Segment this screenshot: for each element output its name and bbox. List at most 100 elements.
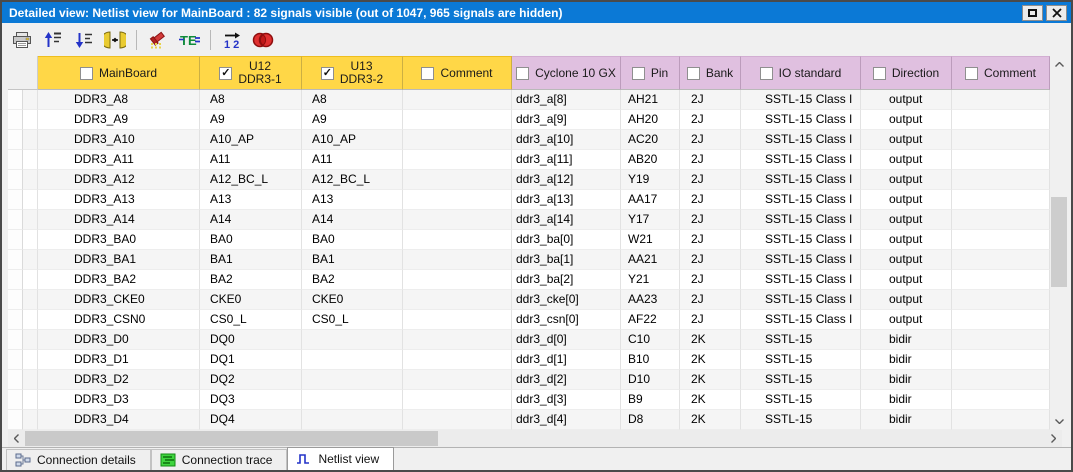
row-header[interactable] bbox=[8, 150, 23, 170]
cell-comment-fpga[interactable] bbox=[952, 310, 1050, 330]
column-header-mainboard[interactable]: MainBoard bbox=[38, 56, 200, 90]
cell-direction[interactable]: bidir bbox=[861, 370, 952, 390]
cell-direction[interactable]: output bbox=[861, 250, 952, 270]
cell-pin[interactable]: Y21 bbox=[621, 270, 680, 290]
scroll-left-button[interactable] bbox=[8, 430, 25, 447]
table-row[interactable]: DDR3_CKE0CKE0CKE0ddr3_cke[0]AA232JSSTL-1… bbox=[8, 290, 1050, 310]
cell-comment-fpga[interactable] bbox=[952, 130, 1050, 150]
cell-cyclone-10-gx[interactable]: ddr3_d[0] bbox=[512, 330, 621, 350]
cell-bank[interactable]: 2K bbox=[680, 370, 741, 390]
cell-u12[interactable]: BA2 bbox=[200, 270, 302, 290]
cell-io-standard[interactable]: SSTL-15 Class I bbox=[741, 170, 861, 190]
table-row[interactable]: DDR3_D3DQ3ddr3_d[3]B92KSSTL-15bidir bbox=[8, 390, 1050, 410]
row-header[interactable] bbox=[8, 310, 23, 330]
cell-comment-board[interactable] bbox=[403, 210, 512, 230]
scroll-right-button[interactable] bbox=[1045, 430, 1062, 447]
cell-comment-board[interactable] bbox=[403, 130, 512, 150]
cell-pin[interactable]: AB20 bbox=[621, 150, 680, 170]
cell-pin[interactable]: C10 bbox=[621, 330, 680, 350]
cell-u13[interactable]: BA1 bbox=[302, 250, 403, 270]
column-header-comment-fpga[interactable]: Comment bbox=[952, 56, 1050, 90]
scroll-up-button[interactable] bbox=[1050, 56, 1068, 73]
table-row[interactable]: DDR3_D1DQ1ddr3_d[1]B102KSSTL-15bidir bbox=[8, 350, 1050, 370]
cell-comment-board[interactable] bbox=[403, 410, 512, 430]
cell-u13[interactable]: BA0 bbox=[302, 230, 403, 250]
cell-u12[interactable]: BA1 bbox=[200, 250, 302, 270]
cell-comment-board[interactable] bbox=[403, 330, 512, 350]
cell-direction[interactable]: output bbox=[861, 130, 952, 150]
cell-comment-fpga[interactable] bbox=[952, 150, 1050, 170]
cell-comment-fpga[interactable] bbox=[952, 350, 1050, 370]
cell-u12[interactable]: A13 bbox=[200, 190, 302, 210]
cell-comment-board[interactable] bbox=[403, 350, 512, 370]
column-checkbox-u13[interactable] bbox=[321, 67, 334, 80]
cell-bank[interactable]: 2K bbox=[680, 350, 741, 370]
scroll-down-button[interactable] bbox=[1050, 413, 1068, 430]
cell-direction[interactable]: output bbox=[861, 290, 952, 310]
cell-mainboard[interactable]: DDR3_CKE0 bbox=[38, 290, 200, 310]
cell-cyclone-10-gx[interactable]: ddr3_ba[0] bbox=[512, 230, 621, 250]
cell-bank[interactable]: 2J bbox=[680, 230, 741, 250]
cell-u12[interactable]: DQ1 bbox=[200, 350, 302, 370]
table-row[interactable]: DDR3_A8A8A8ddr3_a[8]AH212JSSTL-15 Class … bbox=[8, 90, 1050, 110]
row-header[interactable] bbox=[8, 190, 23, 210]
cell-direction[interactable]: bidir bbox=[861, 410, 952, 430]
column-header-comment-board[interactable]: Comment bbox=[403, 56, 512, 90]
cell-comment-fpga[interactable] bbox=[952, 170, 1050, 190]
cell-cyclone-10-gx[interactable]: ddr3_ba[1] bbox=[512, 250, 621, 270]
cell-direction[interactable]: output bbox=[861, 170, 952, 190]
table-row[interactable]: DDR3_A14A14A14ddr3_a[14]Y172JSSTL-15 Cla… bbox=[8, 210, 1050, 230]
cell-cyclone-10-gx[interactable]: ddr3_d[3] bbox=[512, 390, 621, 410]
row-header[interactable] bbox=[8, 210, 23, 230]
cell-direction[interactable]: output bbox=[861, 150, 952, 170]
cell-mainboard[interactable]: DDR3_A13 bbox=[38, 190, 200, 210]
cell-pin[interactable]: AH21 bbox=[621, 90, 680, 110]
cell-bank[interactable]: 2J bbox=[680, 310, 741, 330]
cell-mainboard[interactable]: DDR3_D0 bbox=[38, 330, 200, 350]
cell-io-standard[interactable]: SSTL-15 Class I bbox=[741, 310, 861, 330]
cell-comment-board[interactable] bbox=[403, 190, 512, 210]
cell-u12[interactable]: BA0 bbox=[200, 230, 302, 250]
cell-cyclone-10-gx[interactable]: ddr3_d[2] bbox=[512, 370, 621, 390]
cell-io-standard[interactable]: SSTL-15 bbox=[741, 390, 861, 410]
cell-comment-board[interactable] bbox=[403, 370, 512, 390]
cell-u12[interactable]: A11 bbox=[200, 150, 302, 170]
column-checkbox-pin[interactable] bbox=[632, 67, 645, 80]
table-row[interactable]: DDR3_A13A13A13ddr3_a[13]AA172JSSTL-15 Cl… bbox=[8, 190, 1050, 210]
row-header[interactable] bbox=[8, 330, 23, 350]
cell-pin[interactable]: D8 bbox=[621, 410, 680, 430]
cell-io-standard[interactable]: SSTL-15 bbox=[741, 330, 861, 350]
cell-bank[interactable]: 2J bbox=[680, 250, 741, 270]
cell-direction[interactable]: output bbox=[861, 110, 952, 130]
cell-mainboard[interactable]: DDR3_A10 bbox=[38, 130, 200, 150]
cell-io-standard[interactable]: SSTL-15 Class I bbox=[741, 270, 861, 290]
cell-comment-board[interactable] bbox=[403, 170, 512, 190]
cell-cyclone-10-gx[interactable]: ddr3_d[4] bbox=[512, 410, 621, 430]
maximize-button[interactable] bbox=[1022, 5, 1043, 21]
table-row[interactable]: DDR3_D2DQ2ddr3_d[2]D102KSSTL-15bidir bbox=[8, 370, 1050, 390]
row-header[interactable] bbox=[8, 230, 23, 250]
fit-columns-button[interactable] bbox=[103, 28, 127, 52]
cell-bank[interactable]: 2J bbox=[680, 110, 741, 130]
cell-u13[interactable]: A12_BC_L bbox=[302, 170, 403, 190]
cell-cyclone-10-gx[interactable]: ddr3_a[14] bbox=[512, 210, 621, 230]
cell-direction[interactable]: output bbox=[861, 230, 952, 250]
cell-comment-board[interactable] bbox=[403, 310, 512, 330]
cell-bank[interactable]: 2J bbox=[680, 170, 741, 190]
cell-mainboard[interactable]: DDR3_D4 bbox=[38, 410, 200, 430]
cell-u13[interactable] bbox=[302, 390, 403, 410]
cell-mainboard[interactable]: DDR3_D3 bbox=[38, 390, 200, 410]
cell-cyclone-10-gx[interactable]: ddr3_cke[0] bbox=[512, 290, 621, 310]
cell-bank[interactable]: 2J bbox=[680, 90, 741, 110]
cell-mainboard[interactable]: DDR3_D2 bbox=[38, 370, 200, 390]
cell-comment-board[interactable] bbox=[403, 110, 512, 130]
cell-comment-fpga[interactable] bbox=[952, 190, 1050, 210]
row-header[interactable] bbox=[8, 350, 23, 370]
cell-u12[interactable]: CS0_L bbox=[200, 310, 302, 330]
column-header-u12[interactable]: U12DDR3-1 bbox=[200, 56, 302, 90]
vertical-scrollbar[interactable] bbox=[1050, 56, 1068, 430]
cell-comment-fpga[interactable] bbox=[952, 110, 1050, 130]
row-header[interactable] bbox=[8, 170, 23, 190]
cell-comment-board[interactable] bbox=[403, 230, 512, 250]
cell-u13[interactable]: A10_AP bbox=[302, 130, 403, 150]
